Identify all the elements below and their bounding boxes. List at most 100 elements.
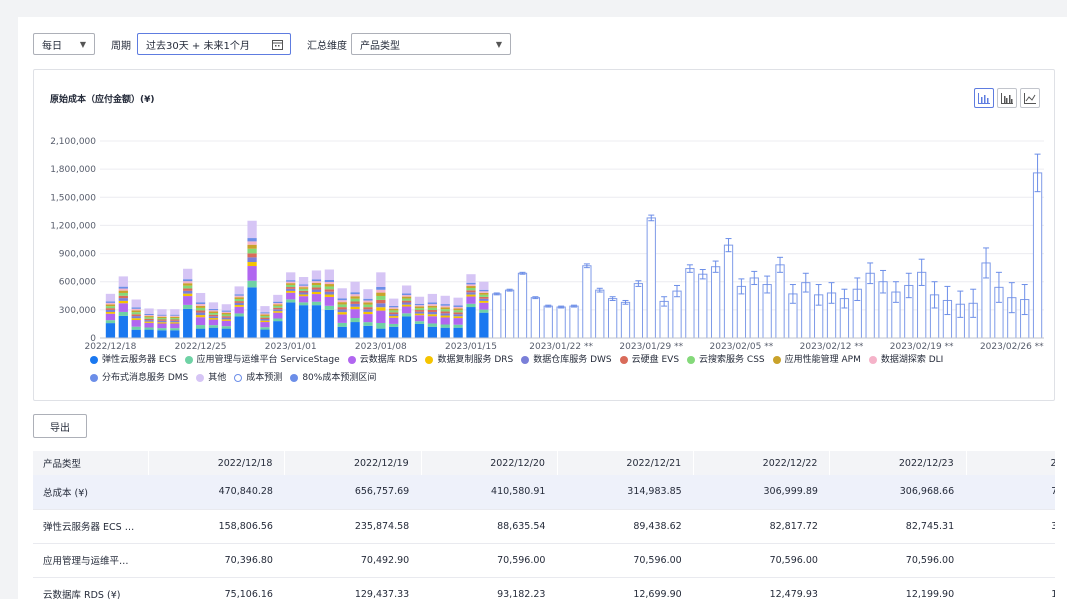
bar-segment: [247, 238, 257, 242]
bar-segment: [350, 301, 360, 304]
dimension-select[interactable]: 产品类型 ▼: [351, 33, 511, 55]
bar-segment-ecs: [466, 307, 476, 338]
bar-segment: [389, 316, 399, 318]
forecast-bar: [698, 273, 708, 339]
legend-item[interactable]: 数据湖探索 DLI: [868, 352, 943, 368]
bar-segment: [208, 314, 219, 317]
table-cell: 70,492.90: [284, 543, 422, 578]
export-button[interactable]: 导出: [33, 414, 87, 438]
bar-segment: [260, 314, 270, 316]
bar-segment: [118, 311, 128, 316]
bar-segment: [440, 317, 450, 325]
bar-segment-other: [324, 269, 334, 281]
legend-item[interactable]: 云搜索服务 CSS: [687, 352, 765, 368]
bar-segment: [401, 296, 412, 299]
legend-item[interactable]: 云硬盘 EVS: [619, 352, 679, 368]
legend-item[interactable]: 成本预测: [234, 370, 282, 386]
bar-segment-ecs: [195, 328, 206, 338]
bar-segment: [440, 304, 450, 306]
bar-segment: [208, 311, 219, 313]
forecast-bar: [620, 301, 631, 339]
forecast-bar: [723, 244, 734, 339]
bar-segment: [170, 322, 180, 324]
bar-segment-other: [157, 309, 167, 315]
bar-segment: [363, 302, 373, 305]
bar-segment-ecs: [479, 312, 489, 338]
legend-item[interactable]: 分布式消息服务 DMS: [90, 370, 188, 386]
bar-segment: [401, 304, 412, 307]
row-label: 云数据库 RDS (¥): [33, 577, 149, 599]
forecast-bar: [646, 217, 656, 339]
bar-segment: [414, 310, 425, 312]
bar-segment-other: [234, 286, 244, 295]
bar-segment: [105, 302, 116, 305]
bar-segment: [401, 293, 412, 296]
legend-marker-icon: [184, 356, 193, 364]
bar-segment: [208, 308, 219, 311]
bar-segment: [144, 320, 154, 322]
legend-item[interactable]: 弹性云服务器 ECS: [90, 352, 177, 368]
bar-segment-ecs: [208, 327, 219, 338]
column-header: 2022/12/21: [557, 451, 695, 475]
period-date-picker[interactable]: 过去30天 + 未来1个月: [137, 33, 291, 55]
bar-segment: [298, 292, 309, 295]
column-header: 2022/12/18: [148, 451, 286, 475]
bar-segment: [453, 305, 463, 307]
table-cell: 410,580.91: [421, 475, 558, 510]
bar-segment: [440, 324, 450, 328]
bar-segment-other: [427, 293, 437, 303]
bar-segment: [221, 314, 231, 317]
bar-segment: [286, 299, 296, 303]
x-tick-label: 2023/01/08: [355, 342, 407, 350]
bar-segment: [221, 319, 231, 321]
bar-segment: [247, 262, 257, 267]
bar-segment: [273, 301, 283, 303]
legend-item[interactable]: 云数据库 RDS: [347, 352, 417, 368]
period-label: 周期: [111, 40, 131, 52]
bar-segment: [427, 309, 437, 312]
bar-segment: [183, 288, 193, 291]
bar-segment: [466, 284, 476, 287]
x-tick-label: 2023/02/05 **: [710, 342, 774, 350]
bar-segment: [105, 301, 116, 303]
bar-segment: [234, 302, 244, 306]
bar-segment: [298, 287, 309, 289]
forecast-bar: [569, 305, 579, 339]
chevron-down-icon: ▼: [79, 40, 86, 49]
bar-segment: [131, 307, 141, 309]
legend-item[interactable]: 应用性能管理 APM: [772, 352, 861, 368]
legend-item[interactable]: 应用管理与运维平台 ServiceStage: [184, 352, 340, 368]
granularity-value: 每日: [42, 40, 62, 52]
bar-segment: [311, 301, 322, 306]
bar-segment: [389, 310, 399, 313]
bar-segment: [414, 315, 425, 322]
bar-segment: [440, 307, 450, 310]
forecast-bar: [659, 300, 669, 339]
bar-segment-ecs: [414, 323, 425, 338]
granularity-select[interactable]: 每日 ▼: [33, 33, 95, 55]
bar-segment: [208, 318, 219, 320]
bar-segment: [298, 294, 309, 297]
bar-segment: [363, 307, 373, 310]
bar-segment: [221, 310, 231, 312]
bar-segment-ecs: [157, 330, 167, 338]
legend-item[interactable]: 数据仓库服务 DWS: [521, 352, 612, 368]
bar-segment: [401, 298, 412, 301]
bar-segment-other: [273, 294, 283, 302]
bar-segment: [260, 322, 270, 328]
legend-item[interactable]: 数据复制服务 DRS: [425, 352, 513, 368]
bar-segment: [208, 325, 219, 328]
bar-segment: [247, 248, 257, 254]
bar-segment: [389, 307, 399, 309]
bar-segment: [195, 317, 206, 326]
table-cell: 235,874.58: [284, 509, 422, 544]
bar-segment-other: [479, 281, 489, 290]
x-tick-label: 2023/01/29 **: [619, 342, 683, 350]
legend-item[interactable]: 80%成本预测区间: [290, 370, 376, 386]
bar-segment: [440, 315, 450, 318]
legend-item[interactable]: 其他: [196, 370, 226, 386]
legend-label: 成本预测: [246, 373, 283, 383]
chart-legend: 弹性云服务器 ECS 应用管理与运维平台 ServiceStage 云数据库 RDS…: [90, 352, 1030, 388]
bar-segment: [286, 281, 296, 284]
forecast-bar: [685, 268, 695, 339]
